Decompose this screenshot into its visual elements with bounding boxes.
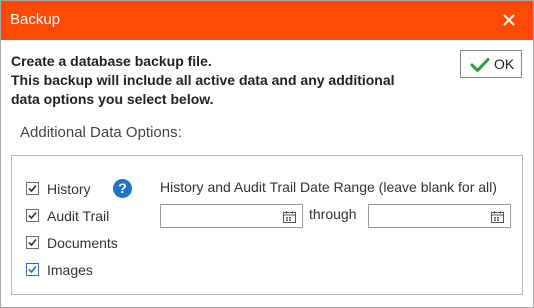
section-label: Additional Data Options: [20,124,182,141]
calendar-icon[interactable] [491,210,504,223]
history-option[interactable]: History ? [26,179,136,199]
intro-text: Create a database backup file. This back… [11,52,395,109]
documents-checkbox[interactable] [26,236,39,249]
close-icon[interactable] [499,10,519,30]
intro-line-2: This backup will include all active data… [11,72,395,88]
data-options-group: History ? Audit Trail Documents Images H… [11,155,523,295]
history-checkbox[interactable] [26,182,39,195]
checkmark-icon [470,58,490,72]
ok-button-label: OK [494,56,515,72]
title-bar: Backup [1,1,533,40]
ok-button[interactable]: OK [460,50,522,78]
intro-line-1: Create a database backup file. [11,53,212,69]
audit-trail-option[interactable]: Audit Trail [26,208,126,226]
images-option[interactable]: Images [26,262,126,280]
from-date-input[interactable] [163,207,276,225]
calendar-icon[interactable] [283,210,296,223]
date-range-label: History and Audit Trail Date Range (leav… [160,179,497,195]
intro-line-3: data options you select below. [11,91,214,107]
audit-trail-label: Audit Trail [47,208,110,224]
through-label: through [309,206,357,222]
backup-dialog: Backup Create a database backup file. Th… [0,0,534,308]
to-date-field[interactable] [368,204,511,228]
from-date-field[interactable] [160,204,303,228]
history-label: History [47,181,91,197]
images-checkbox[interactable] [26,263,39,276]
dialog-title: Backup [10,11,61,28]
to-date-input[interactable] [371,207,484,225]
help-icon[interactable]: ? [113,179,132,198]
documents-label: Documents [47,235,118,251]
documents-option[interactable]: Documents [26,235,126,253]
images-label: Images [47,262,93,278]
help-icon-glyph: ? [118,180,127,196]
audit-trail-checkbox[interactable] [26,209,39,222]
